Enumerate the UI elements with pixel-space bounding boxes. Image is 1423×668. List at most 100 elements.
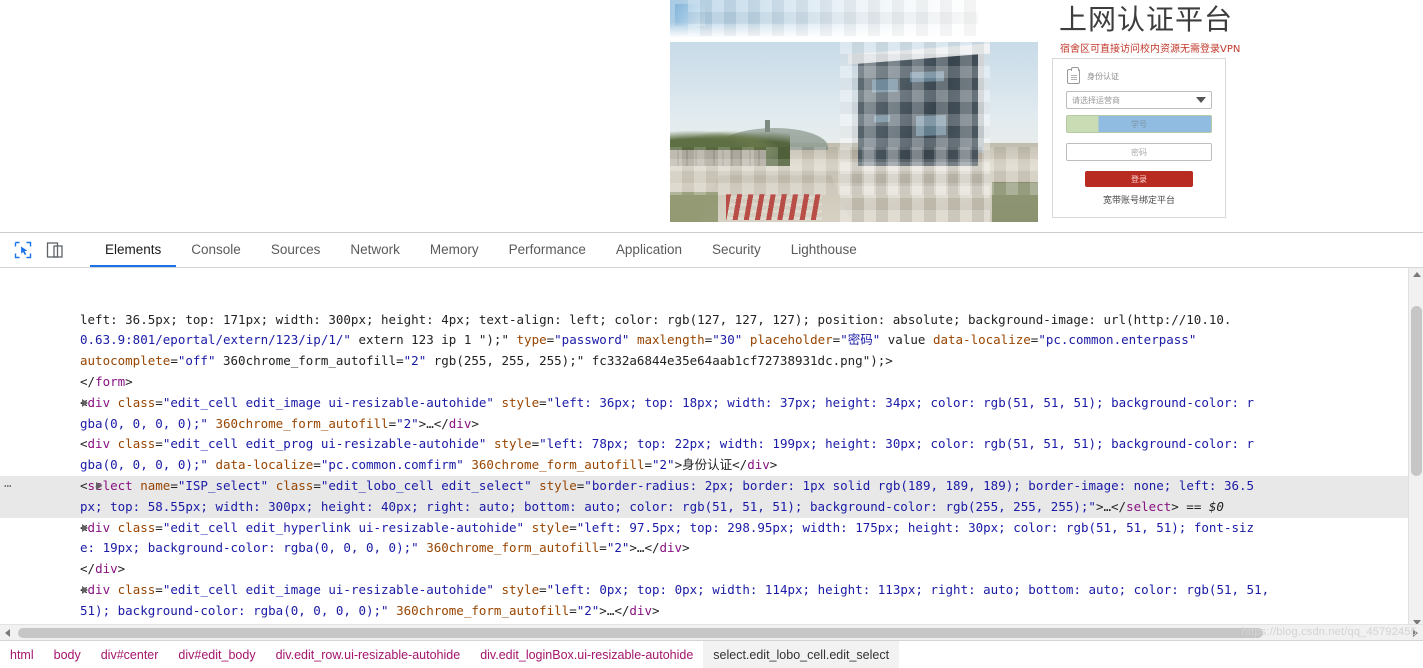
- code-token: >…</: [629, 540, 660, 556]
- code-token: "2": [606, 540, 630, 556]
- vertical-scroll-thumb[interactable]: [1411, 306, 1422, 476]
- breadcrumb-item[interactable]: div#center: [91, 641, 169, 668]
- dom-code-line[interactable]: autocomplete="off" 360chrome_form_autofi…: [0, 351, 1423, 372]
- dom-code-line[interactable]: ⋯ <select name="ISP_select" class="edit_l…: [0, 475, 1423, 497]
- dom-code-line[interactable]: e: 19px; background-color: rgba(0, 0, 0,…: [0, 538, 1423, 559]
- tab-network[interactable]: Network: [335, 233, 415, 267]
- horizontal-scroll-thumb[interactable]: [18, 628, 1263, 638]
- code-token: =: [539, 394, 547, 410]
- dom-tree-horizontal-scrollbar[interactable]: [0, 624, 1423, 640]
- inspect-element-icon[interactable]: [12, 239, 34, 261]
- photo-window: [872, 78, 898, 93]
- devtools-tool-icons: [0, 233, 78, 267]
- breadcrumb-item[interactable]: div#edit_body: [168, 641, 265, 668]
- code-token: =: [155, 394, 163, 410]
- code-token: "border-radius: 2px; border: 1px solid r…: [584, 477, 1255, 493]
- code-token: </: [80, 561, 96, 577]
- breadcrumb-item[interactable]: div.edit_row.ui-resizable-autohide: [266, 641, 471, 668]
- dom-code-line[interactable]: left: 36.5px; top: 171px; width: 300px; …: [0, 310, 1423, 331]
- code-token: style: [539, 477, 577, 493]
- password-input[interactable]: 密码: [1066, 143, 1212, 161]
- breadcrumb-item[interactable]: select.edit_lobo_cell.edit_select: [703, 641, 900, 668]
- tab-label: Application: [615, 241, 682, 257]
- tab-memory[interactable]: Memory: [415, 233, 494, 267]
- breadcrumb-item[interactable]: html: [0, 641, 44, 668]
- code-token: >: [651, 602, 660, 618]
- campus-photo: [670, 42, 1038, 222]
- tab-console[interactable]: Console: [176, 233, 256, 267]
- breadcrumb-label: div.edit_row.ui-resizable-autohide: [275, 647, 461, 662]
- code-token: <: [80, 436, 88, 452]
- breadcrumb: html body div#center div#edit_body div.edit_…: [0, 640, 1423, 668]
- code-token: "ISP_select": [177, 477, 269, 493]
- code-token: >: [125, 373, 133, 389]
- code-token: autocomplete: [80, 353, 171, 369]
- dom-code-line[interactable]: <div class="edit_cell edit_image ui-resi…: [0, 393, 1423, 414]
- code-token: >: [769, 457, 778, 473]
- tab-sources[interactable]: Sources: [256, 233, 336, 267]
- photo-grass-right: [992, 182, 1038, 222]
- code-token: 360chrome_form_autofill: [396, 602, 570, 618]
- code-token: 360chrome_form_autofill=: [215, 353, 404, 369]
- breadcrumb-item[interactable]: body: [44, 641, 91, 668]
- code-token: style: [493, 436, 532, 452]
- code-token: class: [117, 581, 156, 597]
- username-input[interactable]: 学号: [1066, 115, 1212, 133]
- expand-triangle-icon[interactable]: [82, 523, 88, 532]
- code-token: div: [448, 415, 472, 431]
- device-toolbar-icon[interactable]: [44, 239, 66, 261]
- expand-triangle-icon[interactable]: [82, 585, 88, 594]
- dom-code-line[interactable]: </form>: [0, 372, 1423, 393]
- code-token: "30": [712, 332, 743, 348]
- dom-code-line[interactable]: <div class="edit_cell edit_prog ui-resiz…: [0, 434, 1423, 455]
- code-token: "2": [396, 415, 419, 431]
- tab-elements[interactable]: Elements: [90, 233, 177, 267]
- photo-window: [916, 115, 946, 137]
- breadcrumb-label: div.edit_loginBox.ui-resizable-autohide: [480, 647, 694, 662]
- login-button-label: 登录: [1131, 174, 1147, 184]
- tab-security[interactable]: Security: [697, 233, 776, 267]
- tab-label: Memory: [429, 241, 479, 257]
- code-token: maxlength: [636, 332, 705, 348]
- tab-application[interactable]: Application: [601, 233, 697, 267]
- tab-lighthouse[interactable]: Lighthouse: [776, 233, 872, 267]
- code-token: =: [388, 415, 397, 431]
- login-box: 身份认证 请选择运营商 学号 密码 登录 宽带账号绑定平台: [1052, 58, 1226, 218]
- elements-dom-tree[interactable]: left: 36.5px; top: 171px; width: 300px; …: [0, 268, 1423, 629]
- code-token: 0.63.9:801/eportal/extern/123/ip/1/": [80, 332, 351, 348]
- code-token: >: [674, 457, 683, 473]
- dom-code-line[interactable]: 0.63.9:801/eportal/extern/123/ip/1/" ext…: [0, 330, 1423, 351]
- dom-code-line[interactable]: gba(0, 0, 0, 0);" 360chrome_form_autofil…: [0, 414, 1423, 435]
- expand-triangle-icon[interactable]: [82, 398, 88, 407]
- expand-triangle-icon[interactable]: [96, 481, 102, 490]
- watermark-text: https://blog.csdn.net/qq_45792455: [1241, 626, 1417, 638]
- dom-code-line[interactable]: <div class="edit_cell edit_image ui-resi…: [0, 580, 1423, 601]
- photo-building: [858, 53, 978, 171]
- dom-code-line[interactable]: <div class="edit_cell edit_hyperlink ui-…: [0, 518, 1423, 539]
- code-token: "edit_cell edit_hyperlink ui-resizable-a…: [162, 519, 525, 535]
- isp-select[interactable]: 请选择运营商: [1066, 91, 1212, 109]
- browser-page-viewport: 上网认证平台 宿舍区可直接访问校内资源无需登录VPN 身份认证 请选择运营商 学…: [0, 0, 1423, 232]
- header-fade-overlay: [670, 22, 1000, 44]
- code-token: select: [1126, 498, 1172, 514]
- line-more-options-icon[interactable]: ⋯: [4, 476, 13, 497]
- code-token: >…</: [1095, 498, 1127, 514]
- login-button[interactable]: 登录: [1085, 171, 1193, 187]
- code-token: =: [569, 519, 577, 535]
- scroll-up-icon[interactable]: [1413, 272, 1421, 277]
- dom-code-line[interactable]: </div>: [0, 559, 1423, 580]
- breadcrumb-label: select.edit_lobo_cell.edit_select: [713, 647, 890, 662]
- dom-tree-vertical-scrollbar[interactable]: [1408, 268, 1423, 629]
- tab-performance[interactable]: Performance: [494, 233, 601, 267]
- breadcrumb-item[interactable]: div.edit_loginBox.ui-resizable-autohide: [470, 641, 703, 668]
- scroll-left-icon[interactable]: [5, 629, 10, 637]
- tab-label: Performance: [508, 241, 586, 257]
- dom-code-line[interactable]: px; top: 58.55px; width: 300px; height: …: [0, 496, 1423, 518]
- code-token: select: [87, 477, 133, 493]
- broadband-bind-link[interactable]: 宽带账号绑定平台: [1053, 193, 1225, 206]
- dom-code-line[interactable]: 51); background-color: rgba(0, 0, 0, 0);…: [0, 601, 1423, 622]
- dom-code-line[interactable]: gba(0, 0, 0, 0);" data-localize="pc.comm…: [0, 455, 1423, 476]
- code-token: div: [95, 561, 118, 577]
